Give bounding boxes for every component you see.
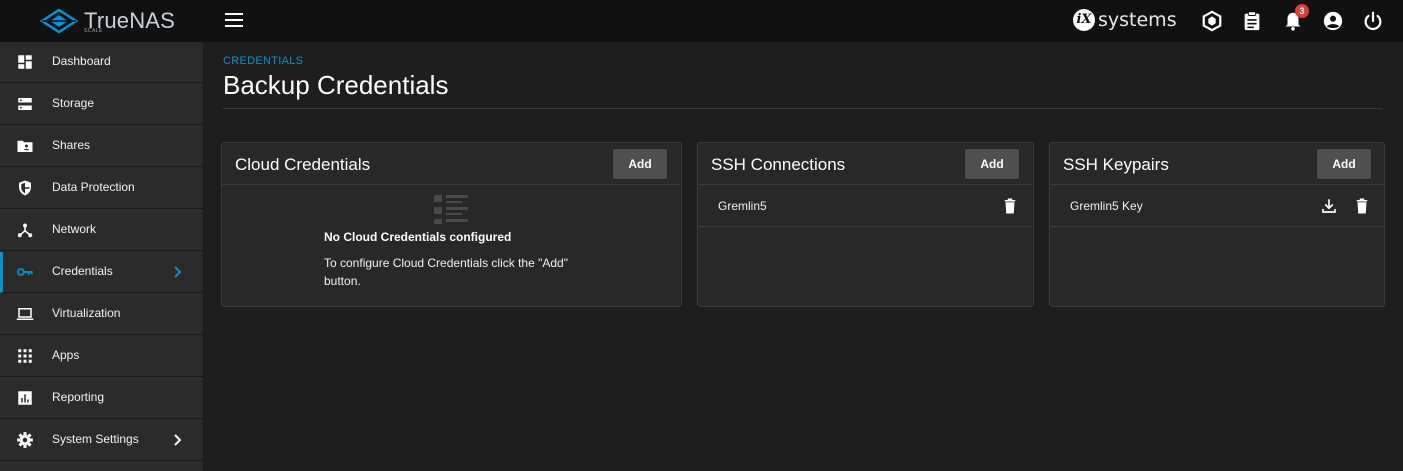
sidebar-item-network[interactable]: Network: [0, 210, 203, 251]
ix-text: systems: [1098, 9, 1177, 31]
dashboard-icon: [18, 55, 32, 69]
shares-icon: [17, 140, 33, 152]
chevron-right-icon: [174, 434, 182, 446]
apps-icon: [18, 349, 32, 363]
card-header: Cloud Credentials Add: [222, 143, 681, 185]
add-ssh-keypair-button[interactable]: Add: [1317, 149, 1371, 179]
sidebar-item-reporting[interactable]: Reporting: [0, 378, 203, 419]
add-ssh-connection-button[interactable]: Add: [965, 149, 1019, 179]
list-item[interactable]: Gremlin5 Key: [1050, 185, 1384, 227]
empty-list-icon: [434, 195, 468, 224]
sidebar-item-shares[interactable]: Shares: [0, 126, 203, 167]
menu-toggle-button[interactable]: [225, 13, 243, 27]
sidebar-item-label: System Settings: [52, 432, 139, 446]
ssh-connections-card: SSH Connections Add Gremlin5: [697, 142, 1034, 307]
ixsystems-logo[interactable]: iX systems: [1073, 9, 1177, 31]
sidebar-item-label: Shares: [52, 138, 91, 152]
sidebar-item-virtualization[interactable]: Virtualization: [0, 294, 203, 335]
sidebar-item-label: Dashboard: [52, 54, 111, 68]
network-icon: [17, 223, 33, 238]
storage-icon: [18, 98, 32, 110]
sidebar-item-system-settings[interactable]: System Settings: [0, 420, 203, 461]
truenas-logo[interactable]: TrueNAS SCALE: [40, 8, 175, 34]
cloud-credentials-card: Cloud Credentials Add No Cloud Credentia…: [221, 142, 682, 307]
sidebar-item-label: Credentials: [52, 264, 113, 278]
delete-icon[interactable]: [1353, 197, 1371, 215]
sidebar-item-apps[interactable]: Apps: [0, 336, 203, 377]
chevron-right-icon: [174, 266, 182, 278]
page-title: Backup Credentials: [223, 70, 449, 100]
power-icon[interactable]: [1362, 10, 1384, 32]
laptop-icon: [16, 308, 34, 320]
sidebar-item-label: Data Protection: [52, 180, 135, 194]
sidebar-item-dashboard[interactable]: Dashboard: [0, 42, 203, 83]
security-icon: [19, 180, 31, 196]
gear-icon: [17, 432, 33, 448]
list-item[interactable]: Gremlin5: [698, 185, 1033, 227]
card-title: SSH Keypairs: [1063, 155, 1169, 174]
account-icon[interactable]: [1322, 10, 1344, 32]
logo-edition: SCALE: [84, 28, 103, 34]
top-bar: TrueNAS SCALE iX systems 3: [0, 0, 1403, 42]
breadcrumb[interactable]: CREDENTIALS: [223, 55, 303, 67]
card-header: SSH Keypairs Add: [1050, 143, 1384, 185]
sidebar-item-credentials[interactable]: Credentials: [0, 252, 203, 293]
add-cloud-credential-button[interactable]: Add: [613, 149, 667, 179]
ix-badge: iX: [1073, 9, 1095, 31]
notification-count-badge: 3: [1295, 4, 1309, 18]
card-title: SSH Connections: [711, 155, 846, 174]
sidebar-item-data-protection[interactable]: Data Protection: [0, 168, 203, 209]
sidebar-item-storage[interactable]: Storage: [0, 84, 203, 125]
clipboard-icon[interactable]: [1241, 10, 1263, 32]
ssh-connection-name: Gremlin5: [718, 199, 767, 213]
sidebar-item-label: Reporting: [52, 390, 105, 404]
key-icon: [16, 268, 33, 276]
reporting-icon: [18, 391, 32, 405]
sidebar-item-label: Network: [52, 222, 97, 236]
delete-icon[interactable]: [1001, 197, 1019, 215]
sidebar-item-label: Apps: [52, 348, 80, 362]
empty-state-description: To configure Cloud Credentials click the…: [324, 256, 568, 288]
sidebar-item-label: Virtualization: [52, 306, 121, 320]
sidebar: Dashboard Storage Shares Data Protection: [0, 42, 203, 471]
card-header: SSH Connections Add: [698, 143, 1033, 185]
empty-state-title: No Cloud Credentials configured: [324, 230, 512, 244]
download-icon[interactable]: [1320, 197, 1338, 215]
ssh-keypairs-card: SSH Keypairs Add Gremlin5 Key: [1049, 142, 1385, 307]
ssh-keypair-name: Gremlin5 Key: [1070, 199, 1143, 213]
sidebar-item-label: Storage: [52, 96, 95, 110]
truenas-logo-icon: [40, 8, 78, 34]
card-title: Cloud Credentials: [235, 155, 371, 174]
title-divider: [223, 108, 1383, 109]
truecommand-icon[interactable]: [1201, 10, 1223, 32]
